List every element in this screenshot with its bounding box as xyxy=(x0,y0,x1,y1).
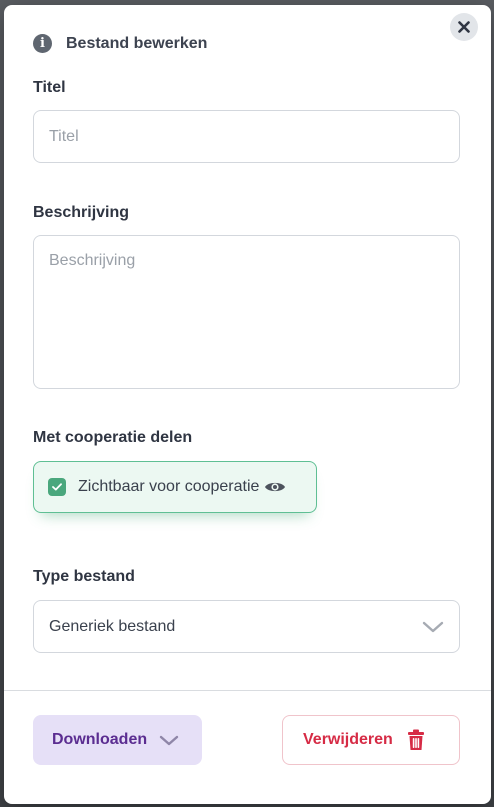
checkbox-checked[interactable] xyxy=(48,478,66,496)
close-button[interactable] xyxy=(450,13,478,41)
share-label: Met cooperatie delen xyxy=(33,429,193,446)
share-with-cooperation-toggle[interactable]: Zichtbaar voor cooperatie xyxy=(33,461,317,513)
dialog-title: Bestand bewerken xyxy=(66,34,208,52)
file-type-select[interactable]: Generiek bestand xyxy=(33,600,460,653)
share-checkbox-label: Zichtbaar voor cooperatie xyxy=(78,478,260,495)
description-textarea[interactable] xyxy=(33,235,460,389)
file-type-label: Type bestand xyxy=(33,568,135,585)
title-input[interactable] xyxy=(33,110,460,163)
delete-button-label: Verwijderen xyxy=(303,731,393,748)
chevron-down-icon xyxy=(159,735,179,745)
dialog-header: i Bestand bewerken xyxy=(33,34,207,53)
edit-file-dialog: i Bestand bewerken Titel Beschrijving Me… xyxy=(4,5,491,804)
trash-icon xyxy=(407,729,424,750)
info-icon: i xyxy=(33,34,52,53)
file-type-selected-value: Generiek bestand xyxy=(49,617,176,635)
checkmark-icon xyxy=(52,483,62,491)
chevron-down-icon xyxy=(422,621,444,632)
delete-button[interactable]: Verwijderen xyxy=(282,715,460,765)
download-button[interactable]: Downloaden xyxy=(33,715,202,765)
eye-icon xyxy=(264,480,286,494)
description-label: Beschrijving xyxy=(33,204,130,221)
close-icon xyxy=(458,21,470,33)
footer-divider xyxy=(4,690,491,691)
download-button-label: Downloaden xyxy=(52,731,148,748)
title-label: Titel xyxy=(33,79,66,96)
